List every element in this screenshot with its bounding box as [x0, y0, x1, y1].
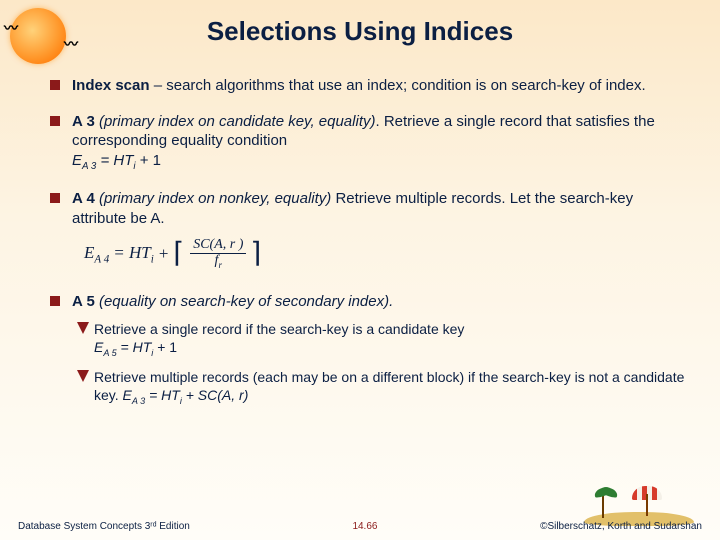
ceil-left-icon: ⌈ [173, 241, 184, 266]
sun-icon [10, 8, 66, 64]
text: – search algorithms that use an index; c… [150, 77, 646, 94]
f-den: fr [212, 254, 225, 270]
eq-tail: + SC(A, r) [182, 387, 249, 403]
f-eq-sub: i [151, 253, 154, 265]
fraction: SC(A, r ) fr [190, 238, 246, 270]
bullet-index-scan: Index scan – search algorithms that use … [50, 76, 690, 96]
eq-lhs: E [94, 339, 103, 355]
f-lhs-sub: A 4 [94, 253, 109, 265]
umbrella-icon [632, 486, 662, 516]
eq-lhs: E [72, 152, 82, 169]
eq-rhs: = HT [145, 387, 180, 403]
eq-tail: + 1 [153, 339, 177, 355]
footer-left: Database System Concepts 3ʳᵈ Edition [18, 521, 190, 532]
footer: Database System Concepts 3ʳᵈ Edition 14.… [0, 521, 720, 532]
bullet-a3: A 3 (primary index on candidate key, equ… [50, 112, 690, 174]
formula-a4: EA 4 = HTi + ⌈ SC(A, r ) fr ⌉ [84, 238, 690, 270]
island-decor [584, 482, 694, 526]
slide-body: Index scan – search algorithms that use … [50, 60, 690, 407]
text: Retrieve a single record if the search-k… [94, 321, 464, 337]
sub-bullet-single: Retrieve a single record if the search-k… [72, 320, 690, 360]
desc: (primary index on nonkey, equality) [99, 190, 331, 207]
bullet-a4: A 4 (primary index on nonkey, equality) … [50, 189, 690, 228]
sub-bullet-multiple: Retrieve multiple records (each may be o… [72, 368, 690, 408]
term: A 4 [72, 190, 99, 207]
page-title: Selections Using Indices [0, 0, 720, 47]
f-plus: + [158, 243, 169, 265]
f-lhs: E [84, 243, 94, 262]
term: Index scan [72, 77, 150, 94]
eq-sub: A 5 [103, 348, 116, 358]
palm-icon [602, 492, 604, 518]
eq-rhs: = HT [96, 152, 133, 169]
page-number: 14.66 [352, 521, 377, 532]
bird-icon: 〰 [4, 18, 18, 38]
eq-tail: + 1 [136, 152, 161, 169]
desc: (equality on search-key of secondary ind… [99, 293, 393, 310]
footer-right: ©Silberschatz, Korth and Sudarshan [540, 521, 702, 532]
bullet-a5: A 5 (equality on search-key of secondary… [50, 292, 690, 312]
term: A 3 [72, 113, 99, 130]
eq-sub: A 3 [82, 161, 96, 172]
f-eq: = HT [113, 243, 150, 262]
ceil-right-icon: ⌉ [250, 241, 261, 266]
eq-sub: A 3 [132, 395, 145, 405]
desc: (primary index on candidate key, equalit… [99, 113, 376, 130]
f-num: SC(A, r ) [190, 238, 246, 254]
eq-rhs: = HT [117, 339, 152, 355]
bird-icon: 〰 [64, 34, 78, 54]
term: A 5 [72, 293, 99, 310]
eq-lhs: E [123, 387, 132, 403]
